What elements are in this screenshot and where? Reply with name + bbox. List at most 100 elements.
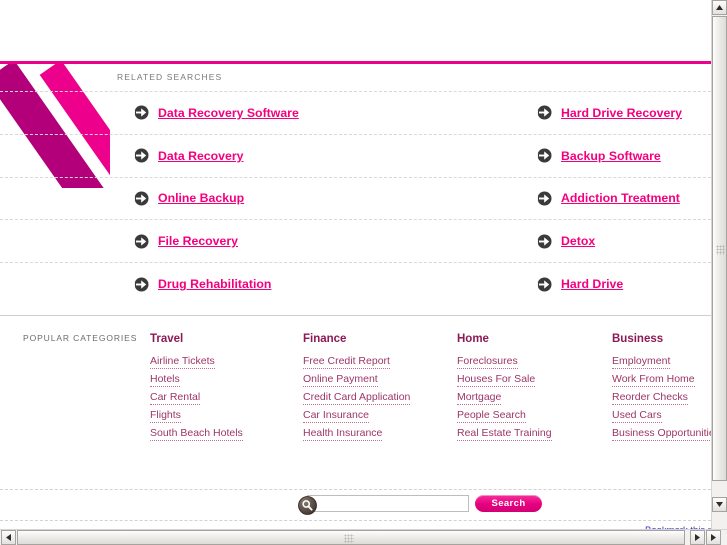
circle-arrow-right-icon — [134, 148, 149, 163]
related-search-cell-right: Backup Software — [268, 135, 711, 177]
related-search-link[interactable]: Hard Drive Recovery — [561, 106, 682, 120]
popular-category-link[interactable]: Business Opportunities — [612, 424, 711, 442]
popular-category-link-label: Employment — [612, 355, 670, 369]
vertical-scrollbar-thumb[interactable] — [712, 16, 727, 481]
popular-category-link[interactable]: Flights — [150, 406, 310, 424]
circle-arrow-right-icon — [537, 234, 552, 249]
related-search-cell-right: Hard Drive Recovery — [268, 92, 711, 134]
related-searches-label: RELATED SEARCHES — [117, 72, 222, 82]
popular-category-link-label: South Beach Hotels — [150, 427, 243, 441]
popular-category-link[interactable]: Free Credit Report — [303, 352, 463, 370]
browser-window: RELATED SEARCHES Data Recovery Software H… — [0, 0, 727, 545]
circle-arrow-right-icon — [537, 105, 552, 120]
scrollbar-grip — [344, 534, 354, 543]
related-search-cell-right: Detox — [268, 220, 711, 262]
popular-category-link[interactable]: Car Rental — [150, 388, 310, 406]
related-search-link[interactable]: Online Backup — [158, 191, 244, 205]
search-input[interactable] — [307, 495, 469, 512]
popular-category-link-label: Car Insurance — [303, 409, 369, 423]
popular-category-link[interactable]: Work From Home — [612, 370, 711, 388]
scroll-left-arrow-icon[interactable] — [1, 530, 16, 545]
circle-arrow-right-icon — [537, 148, 552, 163]
popular-category-link-label: Houses For Sale — [457, 373, 535, 387]
circle-arrow-right-icon — [134, 191, 149, 206]
horizontal-scrollbar-thumb[interactable] — [17, 530, 685, 545]
related-search-cell-right: Hard Drive — [268, 263, 711, 305]
magnifier-icon — [298, 496, 317, 515]
popular-category-link-label: Real Estate Training — [457, 427, 552, 441]
popular-category-link[interactable]: Airline Tickets — [150, 352, 310, 370]
popular-categories-label: POPULAR CATEGORIES — [23, 333, 137, 343]
popular-category-link[interactable]: People Search — [457, 406, 617, 424]
related-search-cell-right: Addiction Treatment — [268, 178, 711, 220]
related-search-link[interactable]: Addiction Treatment — [561, 191, 680, 205]
popular-category-column: Travel Airline Tickets HotelsCar Rental Fli… — [150, 333, 310, 442]
popular-category-link-label: Free Credit Report — [303, 355, 390, 369]
popular-category-link[interactable]: Hotels — [150, 370, 310, 388]
related-search-cell-left: Data Recovery Software — [0, 92, 268, 134]
popular-category-link[interactable]: Reorder Checks — [612, 388, 711, 406]
popular-category-link[interactable]: Mortgage — [457, 388, 617, 406]
popular-category-link-label: Work From Home — [612, 373, 695, 387]
popular-category-link-label: Airline Tickets — [150, 355, 215, 369]
related-searches-section: RELATED SEARCHES Data Recovery Software H… — [0, 64, 711, 312]
related-search-row: Data Recovery Software Hard Drive Recover… — [0, 91, 711, 134]
related-search-row: Data Recovery Backup Software — [0, 134, 711, 177]
scroll-right-arrow-icon-secondary[interactable] — [706, 530, 721, 545]
popular-category-heading: Finance — [303, 333, 463, 345]
popular-category-link-label: People Search — [457, 409, 526, 423]
popular-category-link[interactable]: Credit Card Application — [303, 388, 463, 406]
related-searches-grid: Data Recovery Software Hard Drive Recover… — [0, 91, 711, 305]
circle-arrow-right-icon — [134, 277, 149, 292]
related-search-link[interactable]: Detox — [561, 234, 595, 248]
related-search-link[interactable]: Data Recovery — [158, 149, 243, 163]
vertical-scrollbar[interactable] — [711, 0, 727, 529]
scrollbar-grip — [716, 245, 725, 255]
circle-arrow-right-icon — [537, 277, 552, 292]
scroll-up-arrow-icon[interactable] — [712, 0, 727, 15]
page-header-blank — [0, 0, 711, 62]
related-search-link[interactable]: File Recovery — [158, 234, 238, 248]
popular-category-column: Business Employment Work From Home Reorder … — [612, 333, 711, 442]
related-search-cell-left: Data Recovery — [0, 135, 268, 177]
search-form: Search — [298, 495, 542, 512]
popular-category-link[interactable]: Used Cars — [612, 406, 711, 424]
popular-category-link-label: Credit Card Application — [303, 391, 410, 405]
scroll-right-arrow-icon[interactable] — [690, 530, 705, 545]
popular-category-link[interactable]: South Beach Hotels — [150, 424, 310, 442]
popular-category-link[interactable]: Health Insurance — [303, 424, 463, 442]
search-button[interactable]: Search — [475, 495, 542, 512]
popular-category-link[interactable]: Foreclosures — [457, 352, 617, 370]
circle-arrow-right-icon — [134, 105, 149, 120]
popular-category-link-label: Business Opportunities — [612, 427, 711, 441]
horizontal-scrollbar[interactable] — [0, 529, 727, 545]
related-search-row: Drug Rehabilitation Hard Drive — [0, 262, 711, 305]
related-search-link[interactable]: Hard Drive — [561, 277, 623, 291]
related-search-link[interactable]: Drug Rehabilitation — [158, 277, 271, 291]
scroll-down-arrow-icon[interactable] — [712, 497, 727, 512]
popular-category-link-label: Flights — [150, 409, 181, 423]
popular-categories-section: POPULAR CATEGORIES Travel Airline Tickets… — [0, 316, 711, 456]
popular-category-link-label: Hotels — [150, 373, 180, 387]
popular-category-heading: Travel — [150, 333, 310, 345]
popular-category-link-label: Mortgage — [457, 391, 501, 405]
popular-category-link[interactable]: Houses For Sale — [457, 370, 617, 388]
popular-category-heading: Business — [612, 333, 711, 345]
popular-category-link[interactable]: Car Insurance — [303, 406, 463, 424]
popular-category-link[interactable]: Online Payment — [303, 370, 463, 388]
popular-category-link-label: Online Payment — [303, 373, 378, 387]
popular-category-link[interactable]: Employment — [612, 352, 711, 370]
related-search-row: Online Backup Addiction Treatment — [0, 177, 711, 220]
popular-category-link-label: Used Cars — [612, 409, 662, 423]
circle-arrow-right-icon — [537, 191, 552, 206]
circle-arrow-right-icon — [134, 234, 149, 249]
related-search-cell-left: Online Backup — [0, 178, 268, 220]
related-search-cell-left: File Recovery — [0, 220, 268, 262]
popular-category-link[interactable]: Real Estate Training — [457, 424, 617, 442]
popular-category-link-label: Reorder Checks — [612, 391, 688, 405]
popular-category-column: Finance Free Credit Report Online Payment C… — [303, 333, 463, 442]
related-search-row: File Recovery Detox — [0, 219, 711, 262]
search-band: Search — [0, 489, 711, 521]
popular-category-heading: Home — [457, 333, 617, 345]
related-search-link[interactable]: Backup Software — [561, 149, 661, 163]
